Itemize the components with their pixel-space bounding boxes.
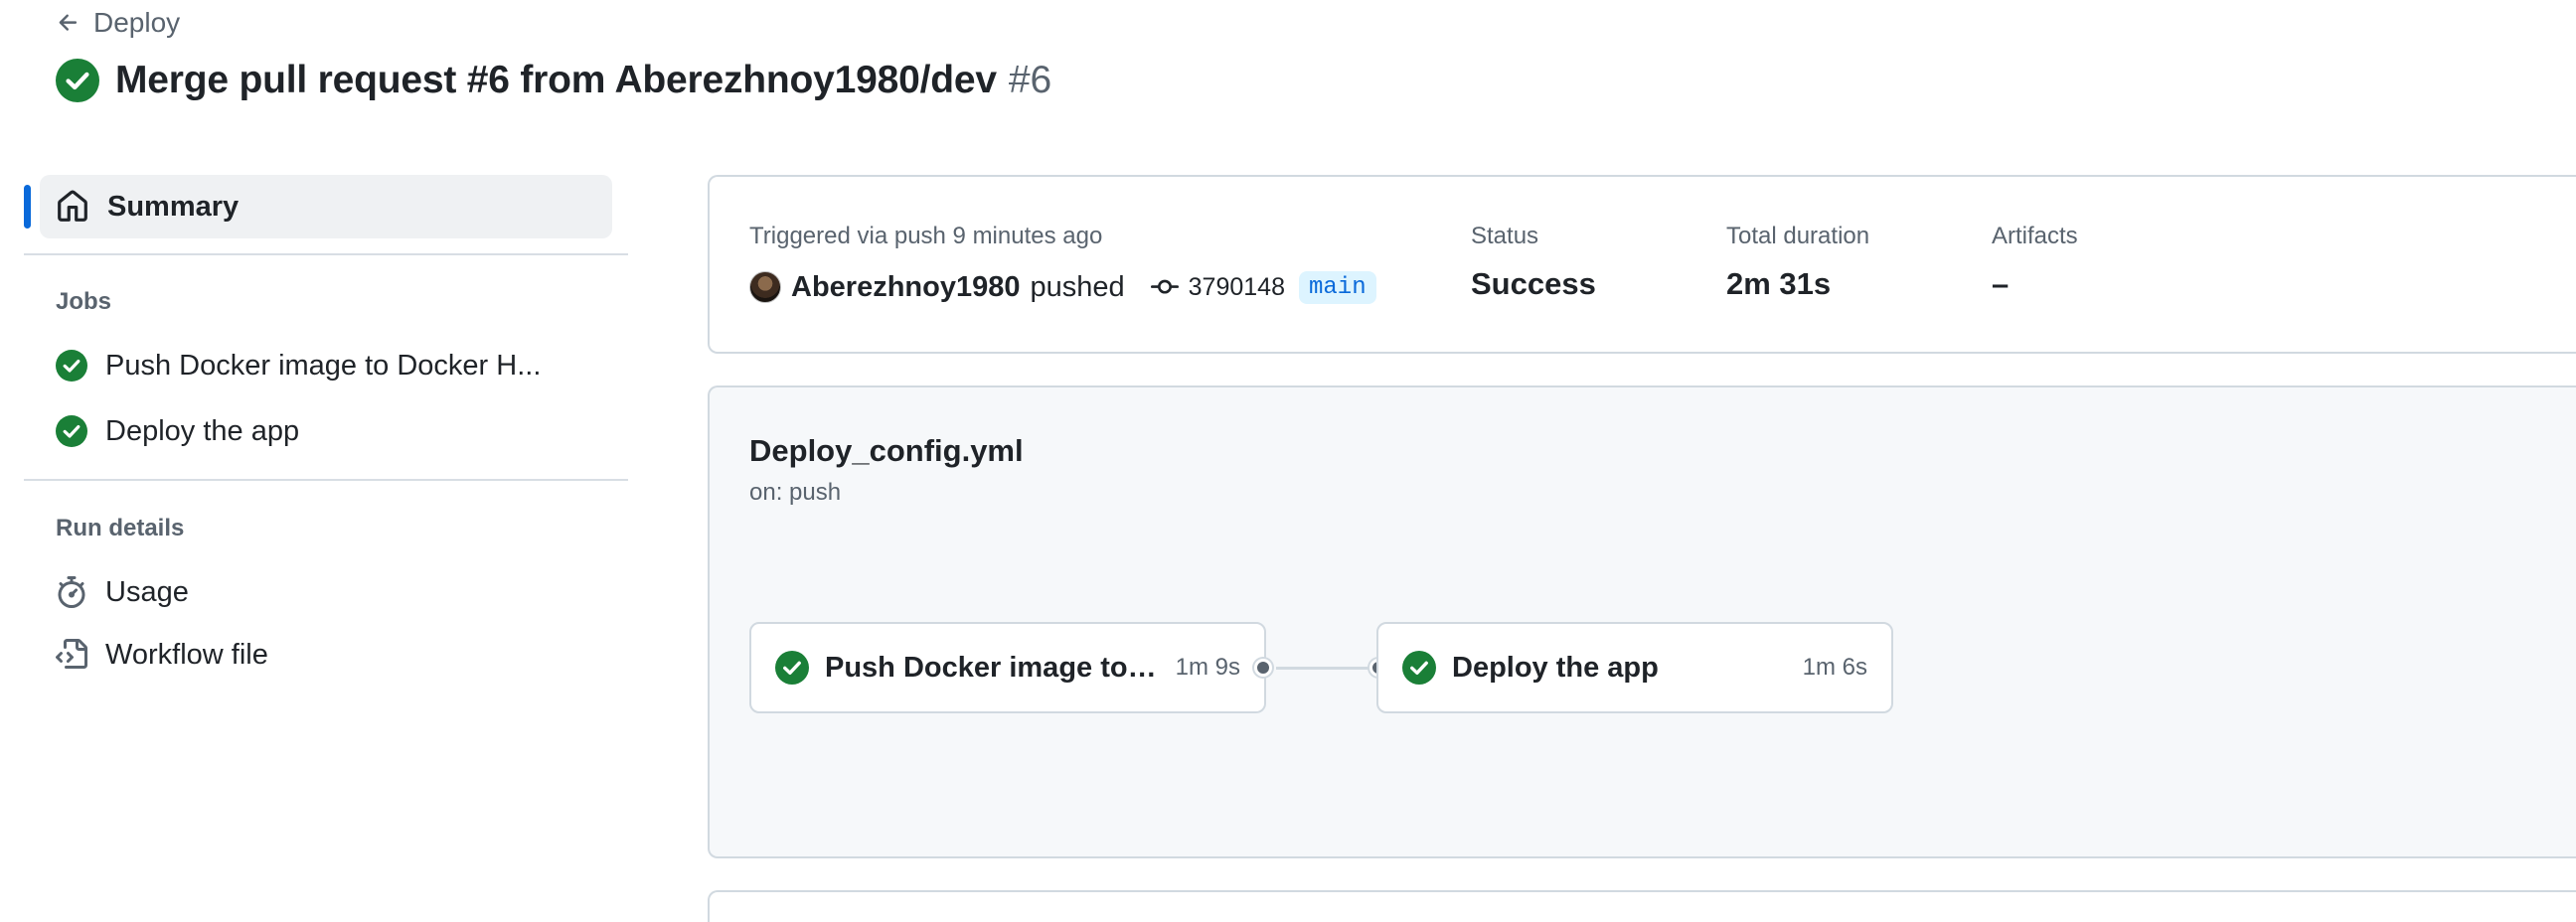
sidebar-item-job-deploy[interactable]: Deploy the app [40,403,612,459]
job-node-deploy[interactable]: Deploy the app 1m 6s [1376,622,1893,713]
success-check-icon [775,651,809,685]
duration-value: 2m 31s [1726,266,1832,301]
run-summary-card [708,175,2576,354]
job-duration: 1m 6s [1802,654,1867,681]
actor-link[interactable]: Aberezhnoy1980 [791,271,1021,304]
git-commit-icon [1150,279,1179,294]
active-indicator [24,185,31,229]
success-check-icon [56,415,87,447]
workflow-trigger: on: push [749,479,842,506]
job-name: Deploy the app [1452,651,1659,684]
job-node-push-docker[interactable]: Push Docker image to D... 1m 9s [749,622,1266,713]
sidebar-item-label: Deploy the app [105,414,300,447]
job-output-port [1254,659,1272,677]
action-text: pushed [1030,270,1125,303]
sidebar-item-usage[interactable]: Usage [40,564,612,620]
job-connector-line [1276,667,1379,670]
artifacts-value: – [1992,266,2010,301]
stopwatch-icon [58,576,85,608]
artifacts-label: Artifacts [1992,223,2078,249]
duration-label: Total duration [1726,223,1870,249]
sidebar-item-workflow-file[interactable]: Workflow file [40,627,612,683]
run-details-heading: Run details [56,515,185,541]
back-link-label: Deploy [93,7,181,38]
page-title: Merge pull request #6 from Aberezhnoy198… [56,56,1051,105]
commit-sha-link[interactable]: 3790148 [1189,273,1285,302]
success-check-icon [56,350,87,382]
sidebar-item-label: Push Docker image to Docker H... [105,349,542,382]
status-label: Status [1471,223,1539,249]
arrow-left-icon [59,14,78,31]
success-check-icon [1402,651,1436,685]
jobs-heading: Jobs [56,288,112,315]
run-number: #6 [1008,59,1052,101]
workflow-file-name[interactable]: Deploy_config.yml [749,433,1024,469]
branch-badge[interactable]: main [1298,270,1376,304]
file-code-icon [56,639,87,669]
job-duration: 1m 9s [1175,654,1240,681]
sidebar-item-label: Summary [107,190,240,223]
sidebar-item-label: Workflow file [105,638,268,671]
sidebar-item-job-push-docker[interactable]: Push Docker image to Docker H... [40,338,612,393]
run-title: Merge pull request #6 from Aberezhnoy198… [115,59,997,101]
back-link[interactable]: Deploy [56,6,180,40]
job-name: Push Docker image to D... [825,651,1160,684]
sidebar-item-label: Usage [105,575,189,608]
success-check-icon [56,59,99,102]
next-section-card [708,890,2576,922]
sidebar-divider [24,479,628,481]
home-icon [58,190,87,222]
status-value: Success [1471,266,1596,301]
trigger-text: Triggered via push 9 minutes ago [749,223,1103,249]
sidebar-item-summary[interactable]: Summary [40,175,612,238]
sidebar-divider [24,253,628,255]
trigger-details: Aberezhnoy1980 pushed 3790148 main [749,266,1376,308]
avatar[interactable] [749,271,781,303]
